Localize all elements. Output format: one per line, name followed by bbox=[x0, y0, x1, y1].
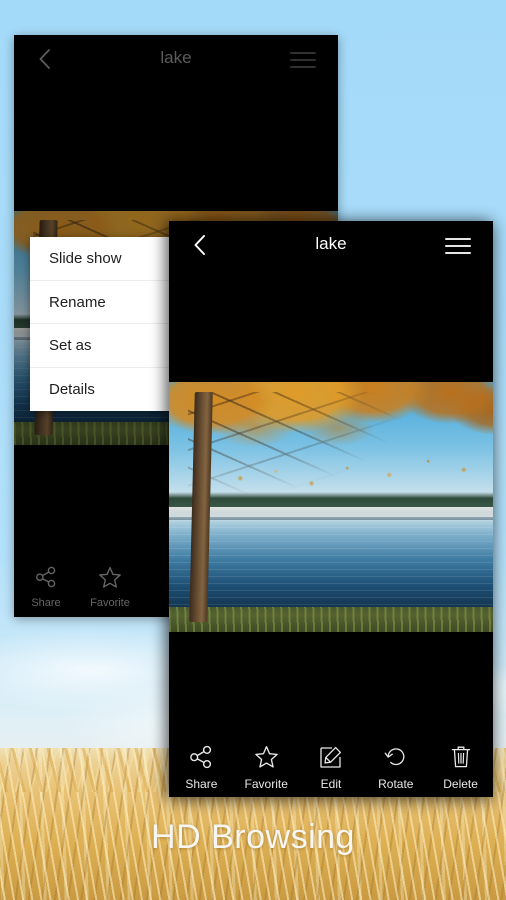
screenshot-stage: lake Share Favorite Slide show Rename Se… bbox=[0, 0, 506, 900]
hamburger-bar bbox=[445, 252, 471, 254]
menu-item-set-as[interactable]: Set as bbox=[30, 324, 169, 368]
context-menu: Slide show Rename Set as Details bbox=[30, 237, 169, 411]
trash-icon bbox=[428, 743, 493, 771]
front-window-toolbar: Share Favorite Edit Rotate Delete bbox=[169, 729, 493, 797]
edit-pencil-icon bbox=[299, 743, 364, 771]
toolbar-item-rotate[interactable]: Rotate bbox=[363, 743, 428, 791]
menu-item-slide-show[interactable]: Slide show bbox=[30, 237, 169, 281]
page-caption: HD Browsing bbox=[151, 818, 355, 856]
photo-leaf-specks bbox=[169, 412, 493, 497]
front-window-header: lake bbox=[169, 221, 493, 269]
rotate-left-icon bbox=[363, 743, 428, 771]
share-icon bbox=[169, 743, 234, 771]
menu-item-rename[interactable]: Rename bbox=[30, 281, 169, 324]
hamburger-menu-icon[interactable] bbox=[445, 238, 471, 254]
toolbar-label-rotate: Rotate bbox=[378, 777, 414, 791]
toolbar-label-share: Share bbox=[185, 777, 218, 791]
front-window-photo[interactable] bbox=[169, 382, 493, 632]
toolbar-label-favorite: Favorite bbox=[244, 777, 288, 791]
toolbar-item-favorite[interactable]: Favorite bbox=[234, 743, 299, 791]
toolbar-item-share[interactable]: Share bbox=[169, 743, 234, 791]
hamburger-bar bbox=[445, 245, 471, 247]
menu-item-details[interactable]: Details bbox=[30, 368, 169, 412]
photo-grass-region bbox=[169, 607, 493, 632]
toolbar-label-delete: Delete bbox=[443, 777, 478, 791]
hamburger-bar bbox=[445, 238, 471, 240]
photo-water-region bbox=[169, 519, 493, 610]
toolbar-item-delete[interactable]: Delete bbox=[428, 743, 493, 791]
star-icon bbox=[234, 743, 299, 771]
front-phone-window: lake Share Favorite Edit Rotate Delete bbox=[169, 221, 493, 797]
toolbar-label-edit: Edit bbox=[320, 777, 342, 791]
toolbar-item-edit[interactable]: Edit bbox=[299, 743, 364, 791]
